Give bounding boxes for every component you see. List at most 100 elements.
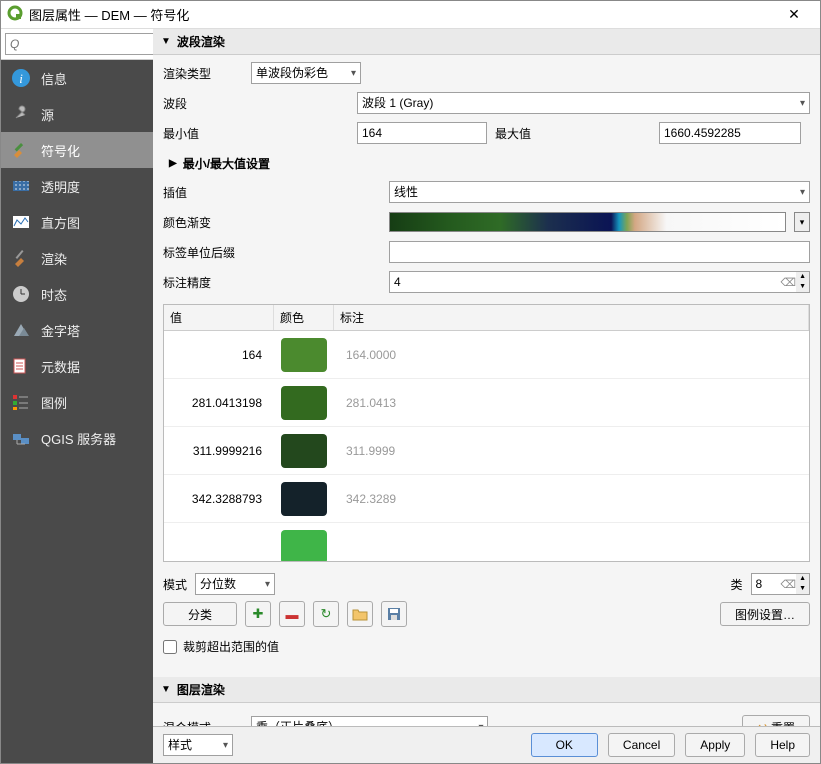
sidebar-item-rendering[interactable]: 渲染: [1, 240, 153, 276]
layer-rendering-header[interactable]: ▼ 图层渲染: [153, 677, 820, 703]
titlebar: 图层属性 — DEM — 符号化 ✕: [1, 1, 820, 29]
table-row[interactable]: 281.0413198 281.0413: [164, 379, 809, 427]
mode-select[interactable]: 分位数: [195, 573, 275, 595]
sidebar-item-legend[interactable]: 图例: [1, 384, 153, 420]
sidebar-item-symbology[interactable]: 符号化: [1, 132, 153, 168]
table-row[interactable]: 164 164.0000: [164, 331, 809, 379]
color-ramp-label: 颜色渐变: [163, 214, 243, 231]
render-type-select[interactable]: 单波段伪彩色: [251, 62, 361, 84]
render-type-label: 渲染类型: [163, 65, 243, 82]
clear-icon[interactable]: ⌫: [781, 578, 797, 591]
sidebar-item-transparency[interactable]: 透明度: [1, 168, 153, 204]
collapse-icon: ▼: [161, 684, 171, 695]
band-rendering-header[interactable]: ▼ 波段渲染: [153, 29, 820, 55]
class-value[interactable]: 164: [164, 348, 274, 362]
suffix-label: 标签单位后缀: [163, 244, 263, 261]
col-value-header: 值: [164, 305, 274, 330]
interpolation-label: 插值: [163, 184, 243, 201]
color-swatch[interactable]: [281, 530, 327, 562]
search-input[interactable]: [5, 33, 172, 55]
table-row[interactable]: [164, 523, 809, 561]
spin-down[interactable]: ▼: [796, 584, 809, 594]
color-swatch[interactable]: [281, 386, 327, 420]
sidebar-item-label: 渲染: [41, 249, 67, 268]
add-class-button[interactable]: ✚: [245, 601, 271, 627]
remove-class-button[interactable]: ▬: [279, 601, 305, 627]
section-title: 波段渲染: [177, 33, 225, 50]
dialog-footer: 样式 OK Cancel Apply Help: [153, 726, 820, 763]
close-button[interactable]: ✕: [774, 6, 814, 23]
suffix-input[interactable]: [389, 241, 810, 263]
sidebar-item-label: 直方图: [41, 213, 80, 232]
section-title: 图层渲染: [177, 681, 225, 698]
ok-button[interactable]: OK: [531, 733, 598, 757]
classes-label: 类: [730, 576, 742, 593]
sidebar: i 信息 源 符号化 透明度 直方图 渲染: [1, 29, 153, 763]
sidebar-item-label: 透明度: [41, 177, 80, 196]
sidebar-item-metadata[interactable]: 元数据: [1, 348, 153, 384]
minmax-settings-header[interactable]: ▶ 最小/最大值设置: [169, 155, 810, 172]
spin-up[interactable]: ▲: [796, 272, 809, 282]
band-label: 波段: [163, 95, 243, 112]
paintbrush-icon: [11, 248, 31, 268]
blend-mode-select[interactable]: 乘（正片叠底）: [251, 716, 488, 726]
qgis-logo-icon: [7, 5, 23, 24]
color-swatch[interactable]: [281, 434, 327, 468]
color-swatch[interactable]: [281, 482, 327, 516]
precision-input[interactable]: [389, 271, 801, 293]
sidebar-item-label: 金字塔: [41, 321, 80, 340]
class-value[interactable]: 281.0413198: [164, 396, 274, 410]
sidebar-item-label: 元数据: [41, 357, 80, 376]
main-panel: ▼ 波段渲染 渲染类型 单波段伪彩色 波段 波段 1 (Gray) 最小值 最: [153, 29, 820, 763]
sidebar-item-temporal[interactable]: 时态: [1, 276, 153, 312]
col-color-header: 颜色: [274, 305, 334, 330]
class-value[interactable]: 311.9999216: [164, 444, 274, 458]
blend-mode-label: 混合模式: [163, 719, 243, 727]
classify-button[interactable]: 分类: [163, 602, 237, 626]
min-input[interactable]: [357, 122, 487, 144]
band-select[interactable]: 波段 1 (Gray): [357, 92, 810, 114]
spin-down[interactable]: ▼: [796, 282, 809, 292]
clock-icon: [11, 284, 31, 304]
clip-label: 裁剪超出范围的值: [183, 638, 279, 655]
sidebar-item-pyramids[interactable]: 金字塔: [1, 312, 153, 348]
table-row[interactable]: 311.9999216 311.9999: [164, 427, 809, 475]
apply-button[interactable]: Apply: [685, 733, 745, 757]
class-label[interactable]: 164.0000: [334, 348, 809, 362]
col-label-header: 标注: [334, 305, 809, 330]
help-button[interactable]: Help: [755, 733, 810, 757]
color-ramp-dropdown[interactable]: ▾: [794, 212, 810, 232]
sidebar-item-label: 信息: [41, 69, 67, 88]
color-swatch[interactable]: [281, 338, 327, 372]
max-input[interactable]: [659, 122, 801, 144]
transparency-icon: [11, 176, 31, 196]
color-ramp-preview[interactable]: [389, 212, 786, 232]
spin-up[interactable]: ▲: [796, 574, 809, 584]
color-class-rows[interactable]: 164 164.0000 281.0413198 281.0413 311.999921…: [164, 331, 809, 561]
window-title: 图层属性 — DEM — 符号化: [29, 5, 774, 24]
interpolation-select[interactable]: 线性: [389, 181, 810, 203]
clear-icon[interactable]: ⌫: [781, 276, 797, 289]
clip-checkbox[interactable]: [163, 640, 177, 654]
reload-button[interactable]: ↻: [313, 601, 339, 627]
class-label[interactable]: 281.0413: [334, 396, 809, 410]
class-label[interactable]: 311.9999: [334, 444, 809, 458]
histogram-icon: [11, 212, 31, 232]
sidebar-item-source[interactable]: 源: [1, 96, 153, 132]
cancel-button[interactable]: Cancel: [608, 733, 675, 757]
sidebar-item-information[interactable]: i 信息: [1, 60, 153, 96]
legend-settings-button[interactable]: 图例设置…: [720, 602, 810, 626]
svg-text:i: i: [19, 71, 23, 86]
pyramid-icon: [11, 320, 31, 340]
sidebar-item-histogram[interactable]: 直方图: [1, 204, 153, 240]
open-file-button[interactable]: [347, 601, 373, 627]
mode-label: 模式: [163, 576, 187, 593]
class-value[interactable]: 342.3288793: [164, 492, 274, 506]
style-menu[interactable]: 样式: [163, 734, 233, 756]
max-label: 最大值: [495, 125, 555, 142]
save-button[interactable]: [381, 601, 407, 627]
class-label[interactable]: 342.3289: [334, 492, 809, 506]
sidebar-item-server[interactable]: QGIS 服务器: [1, 420, 153, 456]
reset-button[interactable]: ↩重置: [742, 715, 810, 726]
table-row[interactable]: 342.3288793 342.3289: [164, 475, 809, 523]
